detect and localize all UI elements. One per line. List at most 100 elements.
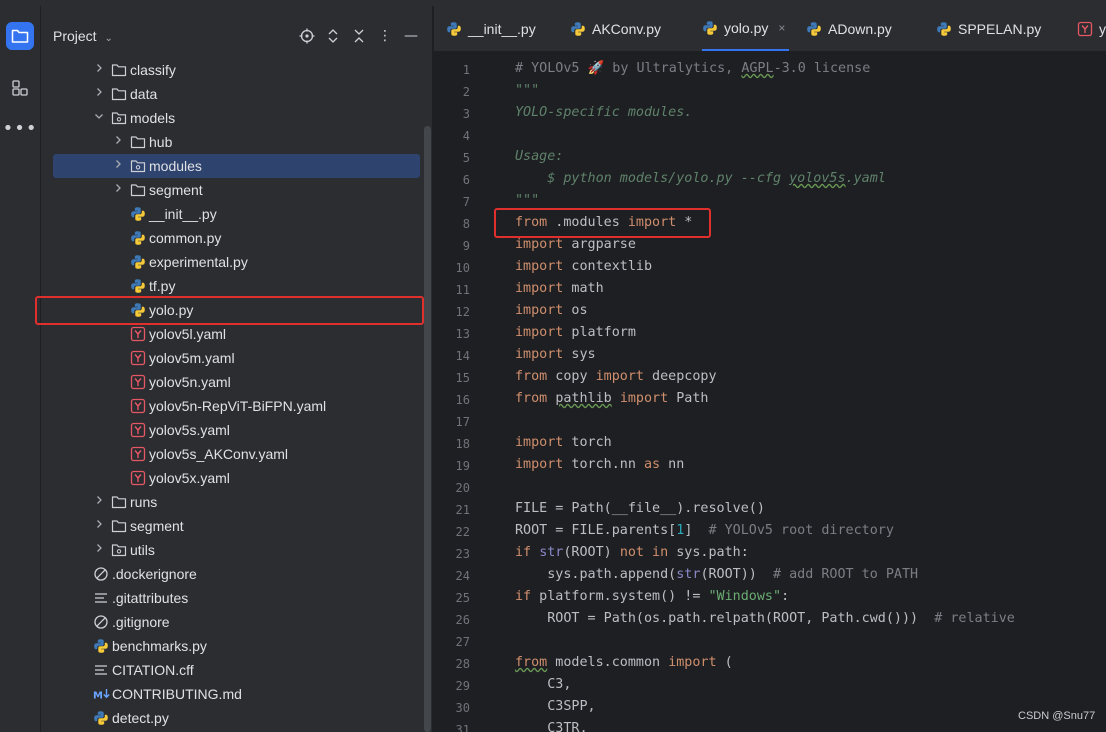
code-line[interactable]: import math <box>515 281 604 296</box>
editor-tab[interactable]: yolo.py × <box>702 6 790 51</box>
structure-tool-button[interactable] <box>6 74 34 102</box>
tree-item[interactable]: experimental.py <box>41 250 433 274</box>
locate-file-icon[interactable] <box>299 28 315 44</box>
editor-tab[interactable]: yo <box>1077 6 1106 51</box>
tree-item[interactable]: yolov5n-RepViT-BiFPN.yaml <box>41 394 433 418</box>
code-token: (ROOT)) <box>700 567 773 582</box>
code-line[interactable]: import contextlib <box>515 259 652 274</box>
tree-item[interactable]: yolov5m.yaml <box>41 346 433 370</box>
code-line[interactable]: import torch <box>515 435 612 450</box>
tree-item[interactable]: yolov5s.yaml <box>41 418 433 442</box>
chevron-right-icon[interactable] <box>92 494 106 510</box>
tree-item[interactable]: modules <box>53 154 420 178</box>
editor-tab[interactable]: __init__.py <box>446 6 536 51</box>
code-line[interactable]: import platform <box>515 325 636 340</box>
tree-item[interactable]: yolov5l.yaml <box>41 322 433 346</box>
code-line[interactable]: if str(ROOT) not in sys.path: <box>515 545 749 560</box>
line-number: 14 <box>455 349 470 363</box>
tree-item[interactable]: CITATION.cff <box>41 658 433 682</box>
code-line[interactable]: ROOT = Path(os.path.relpath(ROOT, Path.c… <box>515 611 1015 626</box>
chevron-right-icon[interactable] <box>111 182 125 198</box>
code-line[interactable]: from .modules import * <box>515 215 692 230</box>
chevron-right-icon[interactable] <box>92 86 106 102</box>
project-view-selector[interactable]: Project ⌄ <box>53 28 113 44</box>
tree-scrollbar[interactable] <box>424 126 431 732</box>
close-tab-icon[interactable]: × <box>778 21 785 35</box>
code-token: pathlib <box>555 391 612 406</box>
chevron-right-icon[interactable] <box>111 158 125 174</box>
tree-item[interactable]: utils <box>41 538 433 562</box>
tree-item[interactable]: classify <box>41 58 433 82</box>
tree-item[interactable]: yolov5s_AKConv.yaml <box>41 442 433 466</box>
chevron-right-icon[interactable] <box>92 62 106 78</box>
tree-item[interactable]: benchmarks.py <box>41 634 433 658</box>
code-line[interactable]: from copy import deepcopy <box>515 369 717 384</box>
python-file-icon <box>130 254 146 270</box>
chevron-right-icon[interactable] <box>111 134 125 150</box>
editor-tab[interactable]: ADown.py <box>806 6 892 51</box>
tree-item[interactable]: segment <box>41 178 433 202</box>
ignore-file-icon <box>93 566 109 582</box>
chevron-right-icon[interactable] <box>92 518 106 534</box>
hide-icon[interactable]: — <box>403 28 419 44</box>
tree-item[interactable]: .gitattributes <box>41 586 433 610</box>
tree-item[interactable]: M CONTRIBUTING.md <box>41 682 433 706</box>
editor-tab[interactable]: SPPELAN.py <box>936 6 1041 51</box>
tree-item[interactable]: .gitignore <box>41 610 433 634</box>
collapse-all-icon[interactable] <box>351 28 367 44</box>
code-line[interactable]: $ python models/yolo.py --cfg yolov5s.ya… <box>515 171 886 186</box>
code-line[interactable]: import os <box>515 303 588 318</box>
tree-item-label: yolov5s_AKConv.yaml <box>149 446 289 462</box>
tree-item[interactable]: common.py <box>41 226 433 250</box>
tree-item[interactable]: data <box>41 82 433 106</box>
line-number: 19 <box>455 459 470 473</box>
tree-item[interactable]: yolov5x.yaml <box>41 466 433 490</box>
code-line[interactable]: import argparse <box>515 237 636 252</box>
code-line[interactable]: """ <box>515 83 539 98</box>
tree-item[interactable]: models <box>41 106 433 130</box>
folder-icon <box>130 134 146 150</box>
code-line[interactable]: import sys <box>515 347 596 362</box>
line-number: 15 <box>455 371 470 385</box>
code-token: torch.nn <box>563 457 644 472</box>
chevron-down-icon[interactable] <box>92 110 106 126</box>
tree-item[interactable]: yolo.py <box>41 298 433 322</box>
tree-item-label: data <box>130 86 158 102</box>
tree-item[interactable]: detect.py <box>41 706 433 730</box>
tree-item[interactable]: segment <box>41 514 433 538</box>
code-token: # add ROOT to PATH <box>773 567 919 582</box>
code-line[interactable]: if platform.system() != "Windows": <box>515 589 789 604</box>
tree-item[interactable]: hub <box>41 130 433 154</box>
package-folder-icon <box>111 110 127 126</box>
tree-item-label: yolov5s.yaml <box>149 422 230 438</box>
options-icon[interactable]: ⋮ <box>377 28 393 44</box>
chevron-right-icon[interactable] <box>92 542 106 558</box>
more-tools-button[interactable]: ••• <box>3 114 37 142</box>
tree-item[interactable]: tf.py <box>41 274 433 298</box>
code-line[interactable]: from models.common import ( <box>515 655 733 670</box>
code-line[interactable]: # YOLOv5 🚀 by Ultralytics, AGPL-3.0 lice… <box>515 61 870 76</box>
editor-tab[interactable]: AKConv.py <box>570 6 661 51</box>
tree-item[interactable]: yolov5n.yaml <box>41 370 433 394</box>
code-line[interactable]: C3SPP, <box>515 699 595 714</box>
line-number: 6 <box>462 173 470 187</box>
code-editor[interactable]: 1 # YOLOv5 🚀 by Ultralytics, AGPL-3.0 lic… <box>434 52 1106 732</box>
code-line[interactable]: """ <box>515 193 539 208</box>
project-tool-button[interactable] <box>6 22 34 50</box>
tree-item[interactable]: runs <box>41 490 433 514</box>
code-line[interactable]: Usage: <box>515 149 563 164</box>
code-line[interactable]: sys.path.append(str(ROOT)) # add ROOT to… <box>515 567 918 582</box>
tree-item-label: yolov5l.yaml <box>149 326 227 342</box>
code-line[interactable]: C3, <box>515 677 571 692</box>
code-line[interactable]: from pathlib import Path <box>515 391 709 406</box>
code-line[interactable]: import torch.nn as nn <box>515 457 684 472</box>
code-line[interactable]: ROOT = FILE.parents[1] # YOLOv5 root dir… <box>515 523 894 538</box>
code-line[interactable]: C3TR, <box>515 721 587 732</box>
expand-all-icon[interactable] <box>325 28 341 44</box>
code-line[interactable]: FILE = Path(__file__).resolve() <box>515 501 765 516</box>
tree-item[interactable]: .dockerignore <box>41 562 433 586</box>
folder-icon <box>111 518 127 534</box>
code-line[interactable]: YOLO-specific modules. <box>515 105 692 120</box>
tree-item[interactable]: __init__.py <box>41 202 433 226</box>
code-token: import <box>515 457 564 472</box>
